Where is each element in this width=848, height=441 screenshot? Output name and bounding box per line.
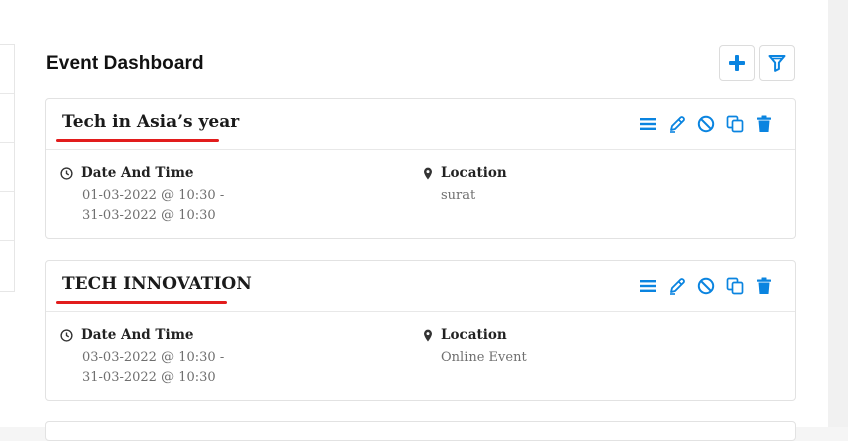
- cancel-icon: [697, 115, 714, 132]
- event-actions: [638, 114, 773, 133]
- clock-icon: [60, 166, 73, 180]
- edit-icon: [669, 277, 685, 295]
- copy-icon: [726, 277, 743, 294]
- event-card-header: Tech in Asia’s year: [46, 99, 795, 150]
- cancel-button[interactable]: [696, 276, 715, 295]
- date-time-value: 01-03-2022 @ 10:30 - 31-03-2022 @ 10:30: [82, 186, 224, 226]
- event-title[interactable]: Tech in Asia’s year: [62, 112, 239, 132]
- side-panel-row[interactable]: [0, 94, 14, 143]
- location-pin-icon: [424, 167, 432, 180]
- filter-icon: [768, 55, 786, 72]
- date-time-label: Date And Time: [81, 327, 194, 343]
- list-button[interactable]: [638, 276, 657, 295]
- end-date: 31-03-2022 @ 10:30: [82, 208, 216, 223]
- location-label: Location: [441, 165, 507, 181]
- location-pin-icon: [424, 329, 432, 342]
- event-card: TECH INNOVATION Date And Time 03-03-2022…: [45, 260, 796, 401]
- list-icon: [639, 279, 656, 292]
- side-panel-row[interactable]: [0, 192, 14, 241]
- delete-button[interactable]: [754, 114, 773, 133]
- plus-icon: [729, 55, 745, 71]
- event-title[interactable]: TECH INNOVATION: [62, 274, 252, 294]
- side-panel: [0, 44, 15, 292]
- delete-icon: [756, 115, 771, 132]
- location-section: Location Online Event: [423, 327, 527, 368]
- delete-icon: [756, 277, 771, 294]
- location-label: Location: [441, 327, 507, 343]
- edit-button[interactable]: [667, 276, 686, 295]
- page-title: Event Dashboard: [46, 53, 204, 74]
- edit-icon: [669, 115, 685, 133]
- event-card-header: TECH INNOVATION: [46, 261, 795, 312]
- date-time-label: Date And Time: [81, 165, 194, 181]
- clock-icon: [60, 328, 73, 342]
- title-underline: [56, 301, 227, 304]
- event-card: Tech in Asia’s year Date And Time 01-03-…: [45, 98, 796, 239]
- edit-button[interactable]: [667, 114, 686, 133]
- start-date: 03-03-2022 @ 10:30 -: [82, 350, 225, 365]
- copy-button[interactable]: [725, 114, 744, 133]
- add-event-button[interactable]: [719, 45, 755, 81]
- end-date: 31-03-2022 @ 10:30: [82, 370, 216, 385]
- date-time-section: Date And Time 03-03-2022 @ 10:30 - 31-03…: [60, 327, 224, 388]
- start-date: 01-03-2022 @ 10:30 -: [82, 188, 225, 203]
- event-actions: [638, 276, 773, 295]
- list-button[interactable]: [638, 114, 657, 133]
- title-underline: [56, 139, 219, 142]
- page: Event Dashboard Tech in Asia’s year Date…: [0, 0, 828, 441]
- date-time-section: Date And Time 01-03-2022 @ 10:30 - 31-03…: [60, 165, 224, 226]
- side-panel-row[interactable]: [0, 45, 14, 94]
- filter-button[interactable]: [759, 45, 795, 81]
- delete-button[interactable]: [754, 276, 773, 295]
- cancel-button[interactable]: [696, 114, 715, 133]
- copy-button[interactable]: [725, 276, 744, 295]
- side-panel-row[interactable]: [0, 143, 14, 192]
- location-section: Location surat: [423, 165, 507, 206]
- copy-icon: [726, 115, 743, 132]
- event-card: [45, 421, 796, 441]
- cancel-icon: [697, 277, 714, 294]
- date-time-value: 03-03-2022 @ 10:30 - 31-03-2022 @ 10:30: [82, 348, 224, 388]
- side-panel-row[interactable]: [0, 241, 14, 289]
- scrollbar-track[interactable]: [828, 0, 848, 427]
- location-value: surat: [441, 188, 476, 203]
- list-icon: [639, 117, 656, 130]
- location-value: Online Event: [441, 350, 527, 365]
